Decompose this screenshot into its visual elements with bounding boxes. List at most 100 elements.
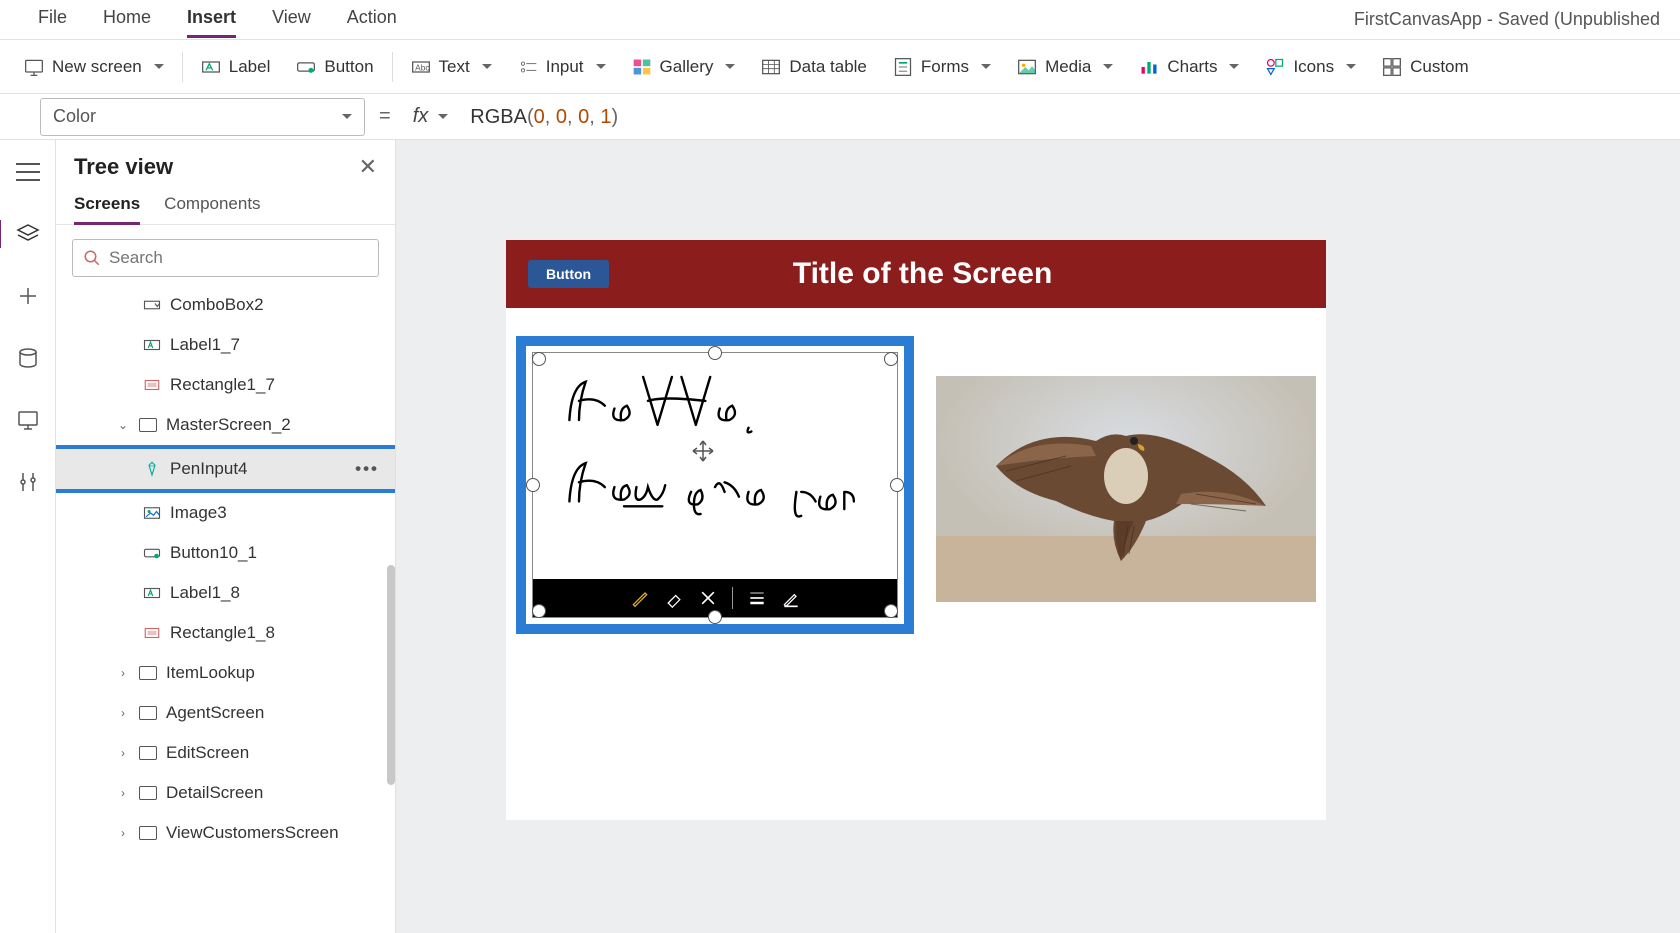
resize-handle[interactable] — [884, 352, 898, 366]
media-rail[interactable] — [10, 402, 46, 438]
tree-node[interactable]: ›ItemLookup — [56, 653, 395, 693]
text-icon: Abc — [411, 57, 431, 77]
search-box[interactable] — [72, 239, 379, 277]
tree-node-selected[interactable]: PenInput4••• — [56, 445, 395, 493]
close-icon[interactable]: ✕ — [359, 154, 377, 180]
resize-handle[interactable] — [884, 604, 898, 618]
menu-action[interactable]: Action — [329, 1, 415, 38]
charts-button[interactable]: Charts — [1127, 51, 1251, 83]
fx-label: fx — [413, 105, 429, 128]
text-button[interactable]: Abc Text — [399, 51, 504, 83]
tree-node[interactable]: Rectangle1_8 — [56, 613, 395, 653]
button-label: Button — [324, 57, 373, 77]
data-rail[interactable] — [10, 340, 46, 376]
menu-view[interactable]: View — [254, 1, 329, 38]
chevron-down-icon — [1346, 64, 1356, 69]
header-title: Title of the Screen — [519, 257, 1326, 291]
icons-icon — [1265, 57, 1285, 77]
media-label: Media — [1045, 57, 1091, 77]
tree-node-label: Image3 — [170, 503, 227, 523]
chevron-down-icon — [596, 64, 606, 69]
tree-node[interactable]: ›ViewCustomersScreen — [56, 813, 395, 853]
equals-sign: = — [379, 105, 391, 128]
tree-node[interactable]: Rectangle1_7 — [56, 365, 395, 405]
resize-handle[interactable] — [708, 610, 722, 624]
label-icon — [201, 57, 221, 77]
tree-node[interactable]: Image3 — [56, 493, 395, 533]
tree-node[interactable]: ›DetailScreen — [56, 773, 395, 813]
gallery-button[interactable]: Gallery — [620, 51, 748, 83]
scrollbar[interactable] — [387, 565, 395, 785]
custom-button[interactable]: Custom — [1370, 51, 1481, 83]
tree-view-rail[interactable] — [10, 216, 46, 252]
tab-components[interactable]: Components — [164, 194, 260, 224]
tree-node[interactable]: Label1_7 — [56, 325, 395, 365]
formula-input[interactable]: RGBA(0, 0, 0, 1) — [470, 104, 618, 129]
resize-handle[interactable] — [708, 346, 722, 360]
tree-node-label: ItemLookup — [166, 663, 255, 683]
label-icon — [142, 583, 162, 603]
button-button[interactable]: Button — [284, 51, 385, 83]
pen-input-control[interactable] — [516, 336, 914, 634]
eraser-icon[interactable] — [664, 588, 684, 608]
tree-node-label: ComboBox2 — [170, 295, 264, 315]
pen-draw-icon[interactable] — [630, 588, 650, 608]
hamburger-button[interactable] — [10, 154, 46, 190]
fx-button[interactable]: fx — [405, 105, 457, 128]
property-selector[interactable]: Color — [40, 98, 365, 136]
data-table-button[interactable]: Data table — [749, 51, 879, 83]
stroke-color-icon[interactable] — [781, 588, 801, 608]
tools-icon — [16, 470, 40, 494]
pen-canvas[interactable] — [533, 353, 897, 579]
icons-label: Icons — [1293, 57, 1334, 77]
image-control[interactable] — [936, 376, 1316, 602]
charts-label: Charts — [1167, 57, 1217, 77]
new-screen-button[interactable]: New screen — [12, 51, 176, 83]
more-icon[interactable]: ••• — [355, 459, 379, 479]
canvas-area[interactable]: Button Title of the Screen — [396, 140, 1680, 933]
menu-home[interactable]: Home — [85, 1, 169, 38]
resize-handle[interactable] — [526, 478, 540, 492]
insert-rail[interactable] — [10, 278, 46, 314]
media-button[interactable]: Media — [1005, 51, 1125, 83]
tree-node[interactable]: PenInput4••• — [56, 449, 395, 489]
tree-node[interactable]: ⌄MasterScreen_2 — [56, 405, 395, 445]
menu-file[interactable]: File — [20, 1, 85, 38]
tree-node[interactable]: ComboBox2 — [56, 285, 395, 325]
search-input[interactable] — [109, 248, 368, 268]
label-button[interactable]: Label — [189, 51, 283, 83]
formula-bar: Color = fx RGBA(0, 0, 0, 1) — [0, 94, 1680, 140]
tree-node[interactable]: Label1_8 — [56, 573, 395, 613]
chevron-down-icon — [725, 64, 735, 69]
resize-handle[interactable] — [532, 352, 546, 366]
forms-button[interactable]: Forms — [881, 51, 1003, 83]
resize-handle[interactable] — [890, 478, 904, 492]
move-cursor-icon — [691, 439, 715, 463]
forms-icon — [893, 57, 913, 77]
chevron-down-icon — [981, 64, 991, 69]
icons-button[interactable]: Icons — [1253, 51, 1368, 83]
screen-icon — [138, 783, 158, 803]
tree-node-label: Rectangle1_7 — [170, 375, 275, 395]
label-icon — [142, 335, 162, 355]
rectangle-icon — [142, 375, 162, 395]
tab-screens[interactable]: Screens — [74, 194, 140, 224]
pen-icon — [142, 459, 162, 479]
tree-node-label: ViewCustomersScreen — [166, 823, 339, 843]
input-button[interactable]: Input — [506, 51, 618, 83]
media-icon — [1017, 57, 1037, 77]
chevron-down-icon — [482, 64, 492, 69]
chevron-down-icon — [438, 114, 448, 119]
clear-icon[interactable] — [698, 588, 718, 608]
tools-rail[interactable] — [10, 464, 46, 500]
stroke-width-icon[interactable] — [747, 588, 767, 608]
text-label: Text — [439, 57, 470, 77]
tree-node[interactable]: ›AgentScreen — [56, 693, 395, 733]
menu-bar: File Home Insert View Action FirstCanvas… — [0, 0, 1680, 40]
resize-handle[interactable] — [532, 604, 546, 618]
app-title: FirstCanvasApp - Saved (Unpublished — [1354, 9, 1660, 30]
tree-node[interactable]: Button10_1 — [56, 533, 395, 573]
input-label: Input — [546, 57, 584, 77]
tree-node[interactable]: ›EditScreen — [56, 733, 395, 773]
menu-insert[interactable]: Insert — [169, 1, 254, 38]
